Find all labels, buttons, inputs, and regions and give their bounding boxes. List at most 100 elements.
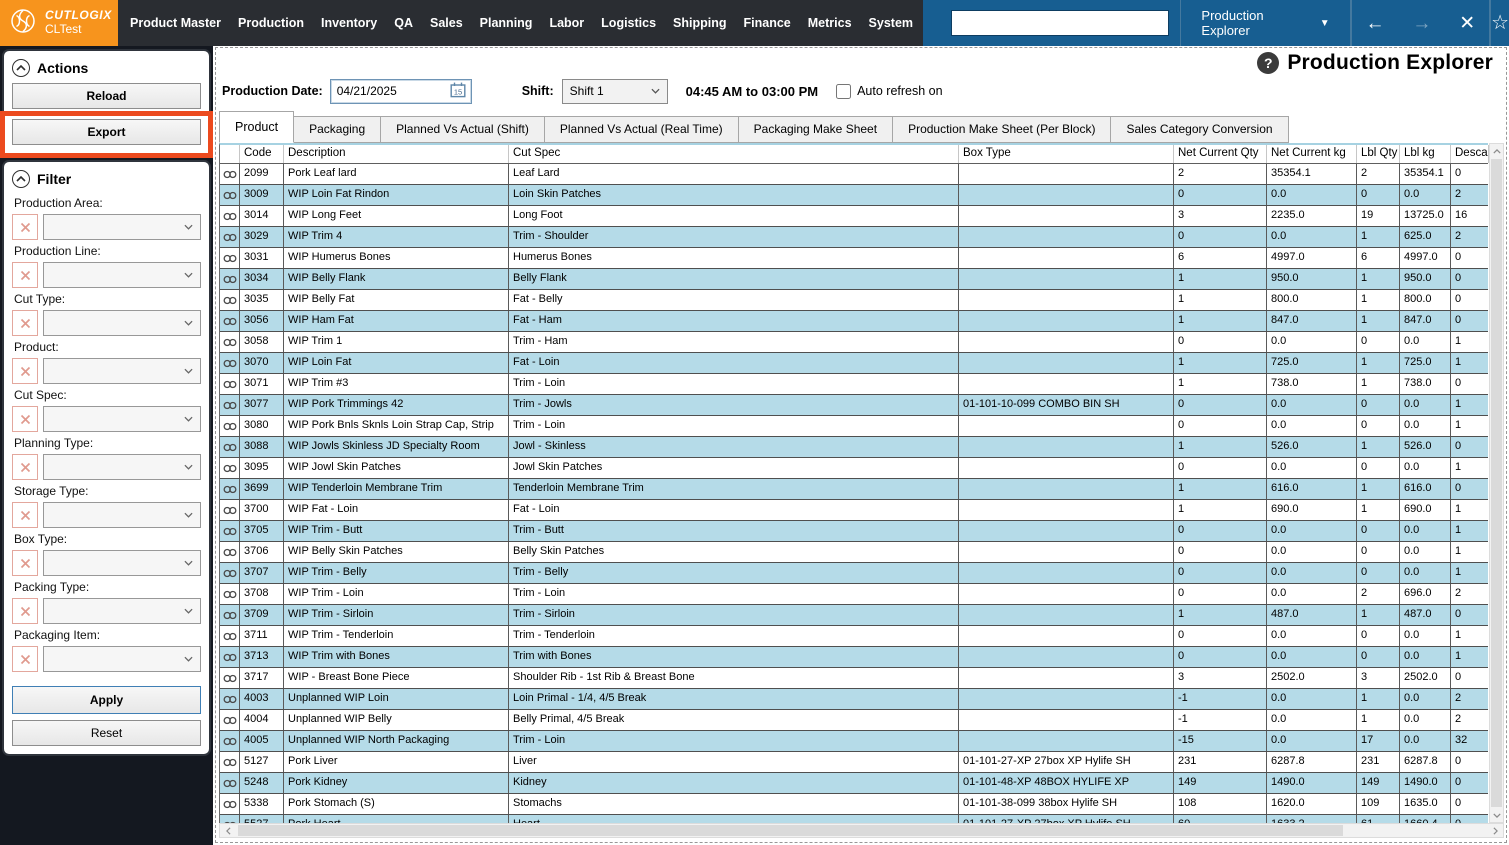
row-link-icon[interactable] [220, 227, 240, 247]
row-link-icon[interactable] [220, 353, 240, 373]
tab-sales-category-conversion[interactable]: Sales Category Conversion [1110, 116, 1288, 143]
menu-item-qa[interactable]: QA [394, 16, 413, 30]
scroll-left-icon[interactable] [220, 824, 236, 837]
row-link-icon[interactable] [220, 311, 240, 331]
scroll-up-icon[interactable] [1490, 144, 1503, 158]
row-link-icon[interactable] [220, 626, 240, 646]
menu-item-planning[interactable]: Planning [480, 16, 533, 30]
clear-filter-button[interactable] [12, 358, 38, 384]
scroll-down-icon[interactable] [1490, 808, 1503, 822]
column-header-lbl-kg[interactable]: Lbl kg [1400, 145, 1451, 163]
reload-button[interactable]: Reload [12, 83, 201, 109]
table-row[interactable]: 3031WIP Humerus BonesHumerus Bones64997.… [220, 248, 1488, 269]
column-header-lbl-qty[interactable]: Lbl Qty [1357, 145, 1400, 163]
table-row[interactable]: 5338Pork Stomach (S)Stomachs01-101-38-09… [220, 794, 1488, 815]
row-link-icon[interactable] [220, 332, 240, 352]
close-icon[interactable]: ✕ [1459, 14, 1475, 33]
filter-select-planning-type[interactable] [43, 454, 201, 480]
filter-select-product[interactable] [43, 358, 201, 384]
table-row[interactable]: 3058WIP Trim 1Trim - Ham00.000.01 [220, 332, 1488, 353]
help-icon[interactable]: ? [1257, 52, 1279, 74]
table-row[interactable]: 3700WIP Fat - LoinFat - Loin1690.01690.0… [220, 500, 1488, 521]
auto-refresh-checkbox[interactable] [836, 84, 851, 99]
scroll-right-icon[interactable] [1487, 824, 1503, 837]
row-link-icon[interactable] [220, 794, 240, 814]
forward-icon[interactable]: → [1412, 14, 1431, 33]
menu-item-metrics[interactable]: Metrics [808, 16, 852, 30]
table-row[interactable]: 3077WIP Pork Trimmings 42Trim - Jowls01-… [220, 395, 1488, 416]
row-link-icon[interactable] [220, 542, 240, 562]
row-link-icon[interactable] [220, 668, 240, 688]
row-link-icon[interactable] [220, 647, 240, 667]
tab-packaging[interactable]: Packaging [293, 116, 381, 143]
column-header-cut-spec[interactable]: Cut Spec [509, 145, 959, 163]
column-header-desca[interactable]: Desca [1451, 145, 1489, 163]
tab-packaging-make-sheet[interactable]: Packaging Make Sheet [738, 116, 893, 143]
filter-select-cut-type[interactable] [43, 310, 201, 336]
column-header-description[interactable]: Description [284, 145, 509, 163]
clear-filter-button[interactable] [12, 310, 38, 336]
horizontal-scrollbar[interactable] [219, 823, 1504, 838]
production-date-input[interactable]: 04/21/2025 15 [330, 79, 472, 104]
table-row[interactable]: 3029WIP Trim 4Trim - Shoulder00.01625.02 [220, 227, 1488, 248]
table-row[interactable]: 3707WIP Trim - BellyTrim - Belly00.000.0… [220, 563, 1488, 584]
shift-select[interactable]: Shift 1 [562, 79, 668, 104]
row-link-icon[interactable] [220, 521, 240, 541]
tab-planned-vs-actual-real-time[interactable]: Planned Vs Actual (Real Time) [544, 116, 739, 143]
row-link-icon[interactable] [220, 395, 240, 415]
row-link-icon[interactable] [220, 269, 240, 289]
vertical-scrollbar-thumb[interactable] [1491, 159, 1502, 807]
table-row[interactable]: 3717WIP - Breast Bone PieceShoulder Rib … [220, 668, 1488, 689]
table-row[interactable]: 3708WIP Trim - LoinTrim - Loin00.02696.0… [220, 584, 1488, 605]
clear-filter-button[interactable] [12, 454, 38, 480]
menu-item-logistics[interactable]: Logistics [601, 16, 656, 30]
filter-select-production-line[interactable] [43, 262, 201, 288]
table-row[interactable]: 3009WIP Loin Fat RindonLoin Skin Patches… [220, 185, 1488, 206]
row-link-icon[interactable] [220, 185, 240, 205]
screen-selector-dropdown[interactable]: Production Explorer ▼ [1181, 0, 1349, 46]
table-row[interactable]: 3056WIP Ham FatFat - Ham1847.01847.00 [220, 311, 1488, 332]
row-link-icon[interactable] [220, 710, 240, 730]
row-link-icon[interactable] [220, 206, 240, 226]
column-header-icon[interactable] [220, 145, 240, 163]
table-row[interactable]: 3706WIP Belly Skin PatchesBelly Skin Pat… [220, 542, 1488, 563]
table-row[interactable]: 4005Unplanned WIP North PackagingTrim - … [220, 731, 1488, 752]
row-link-icon[interactable] [220, 437, 240, 457]
table-row[interactable]: 3035WIP Belly FatFat - Belly1800.01800.0… [220, 290, 1488, 311]
clear-filter-button[interactable] [12, 214, 38, 240]
column-header-box-type[interactable]: Box Type [959, 145, 1174, 163]
table-row[interactable]: 3711WIP Trim - TenderloinTrim - Tenderlo… [220, 626, 1488, 647]
filter-select-packing-type[interactable] [43, 598, 201, 624]
row-link-icon[interactable] [220, 500, 240, 520]
clear-filter-button[interactable] [12, 502, 38, 528]
row-link-icon[interactable] [220, 605, 240, 625]
menu-item-inventory[interactable]: Inventory [321, 16, 377, 30]
collapse-filter-icon[interactable] [12, 170, 30, 188]
table-row[interactable]: 3713WIP Trim with BonesTrim with Bones00… [220, 647, 1488, 668]
clear-filter-button[interactable] [12, 406, 38, 432]
menu-item-labor[interactable]: Labor [549, 16, 584, 30]
row-link-icon[interactable] [220, 773, 240, 793]
menu-item-sales[interactable]: Sales [430, 16, 463, 30]
clear-filter-button[interactable] [12, 598, 38, 624]
tab-production-make-sheet-per-block[interactable]: Production Make Sheet (Per Block) [892, 116, 1111, 143]
back-icon[interactable]: ← [1366, 14, 1385, 33]
reset-button[interactable]: Reset [12, 720, 201, 746]
row-link-icon[interactable] [220, 731, 240, 751]
clear-filter-button[interactable] [12, 646, 38, 672]
table-row[interactable]: 3088WIP Jowls Skinless JD Specialty Room… [220, 437, 1488, 458]
row-link-icon[interactable] [220, 584, 240, 604]
table-row[interactable]: 5127Pork LiverLiver01-101-27-XP 27box XP… [220, 752, 1488, 773]
favorite-star-icon[interactable]: ☆ [1491, 13, 1509, 33]
table-row[interactable]: 3709WIP Trim - SirloinTrim - Sirloin1487… [220, 605, 1488, 626]
calendar-icon[interactable]: 15 [450, 82, 466, 101]
table-row[interactable]: 4003Unplanned WIP LoinLoin Primal - 1/4,… [220, 689, 1488, 710]
table-row[interactable]: 5248Pork KidneyKidney01-101-48-XP 48BOX … [220, 773, 1488, 794]
menu-item-production[interactable]: Production [238, 16, 304, 30]
table-row[interactable]: 2099Pork Leaf lardLeaf Lard235354.123535… [220, 164, 1488, 185]
column-header-code[interactable]: Code [240, 145, 284, 163]
column-header-net-current-kg[interactable]: Net Current kg [1267, 145, 1357, 163]
vertical-scrollbar[interactable] [1489, 143, 1504, 823]
table-row[interactable]: 3034WIP Belly FlankBelly Flank1950.01950… [220, 269, 1488, 290]
table-row[interactable]: 3071WIP Trim #3Trim - Loin1738.01738.00 [220, 374, 1488, 395]
